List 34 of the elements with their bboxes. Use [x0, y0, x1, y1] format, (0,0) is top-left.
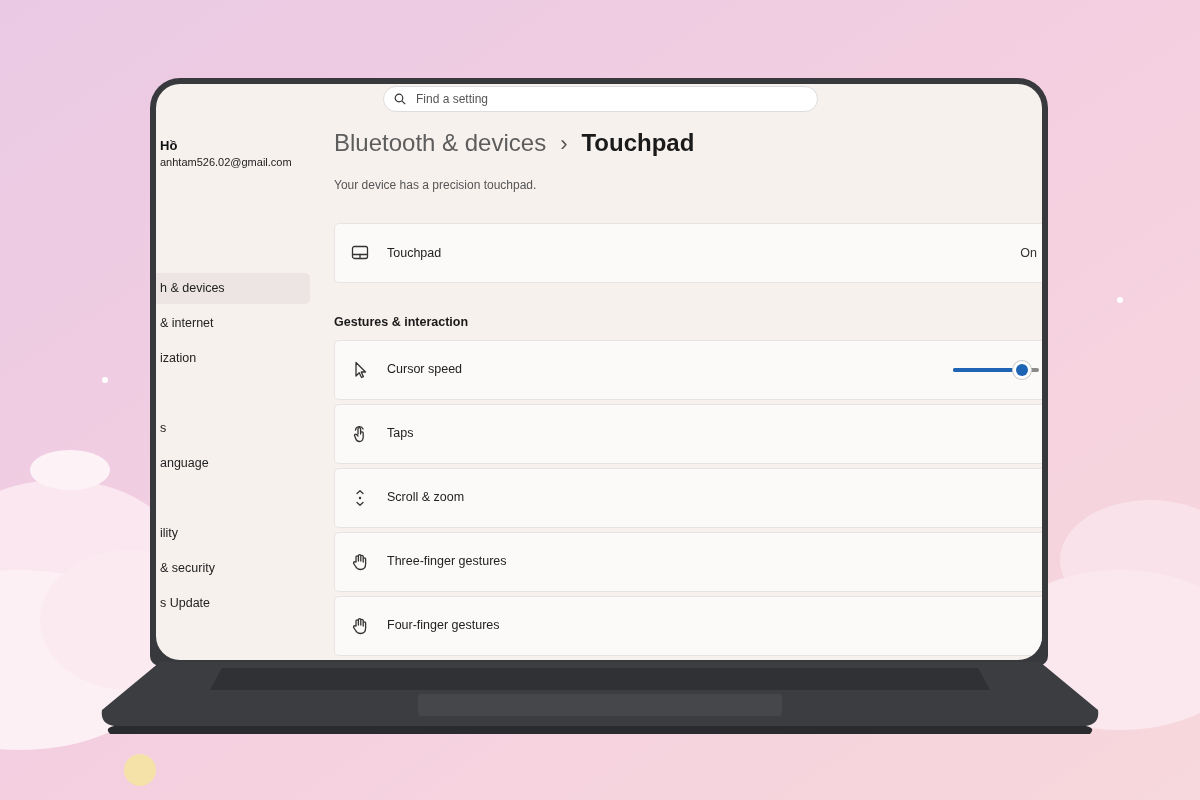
touchpad-icon: [351, 244, 369, 262]
search-field[interactable]: Find a setting: [383, 86, 818, 112]
slider-thumb[interactable]: [1015, 363, 1028, 376]
settings-row[interactable]: Three-finger gestures: [334, 531, 1042, 592]
sidebar-item[interactable]: s: [156, 413, 310, 444]
section-heading: Gestures & interaction: [334, 314, 470, 331]
row-label: Four-finger gestures: [387, 617, 501, 635]
settings-row[interactable]: Taps: [334, 403, 1042, 464]
breadcrumb-separator: ›: [560, 129, 568, 158]
sidebar-item[interactable]: ility: [156, 518, 310, 549]
sidebar-item[interactable]: ization: [156, 343, 310, 374]
hand-icon: [351, 552, 369, 571]
status-text: On: [1020, 244, 1037, 262]
sidebar-item[interactable]: & security: [156, 553, 310, 584]
description-text: Your device has a precision touchpad.: [334, 177, 538, 194]
settings-row[interactable]: Cursor speed: [334, 339, 1042, 400]
row-label: Touchpad: [387, 244, 443, 262]
row-label: Cursor speed: [387, 361, 464, 379]
hand-icon: [351, 616, 369, 635]
row-label: Taps: [387, 425, 415, 443]
settings-row[interactable]: Scroll & zoom: [334, 467, 1042, 528]
page-title: Touchpad: [581, 128, 695, 158]
row-label: Three-finger gestures: [387, 553, 508, 571]
sidebar-item[interactable]: & internet: [156, 308, 310, 339]
account-email: anhtam526.02@gmail.com: [160, 155, 293, 170]
settings-row[interactable]: Touchpad On: [334, 223, 1042, 283]
slider-fill: [953, 367, 1013, 372]
settings-row[interactable]: Four-finger gestures: [334, 595, 1042, 656]
sidebar-item[interactable]: h & devices: [156, 273, 310, 304]
account-name: Hồ: [160, 138, 179, 154]
row-label: Scroll & zoom: [387, 489, 466, 507]
sidebar-item[interactable]: s Update: [156, 588, 310, 619]
breadcrumb-link[interactable]: Bluetooth & devices: [334, 125, 547, 161]
sidebar-item[interactable]: anguage: [156, 448, 310, 479]
